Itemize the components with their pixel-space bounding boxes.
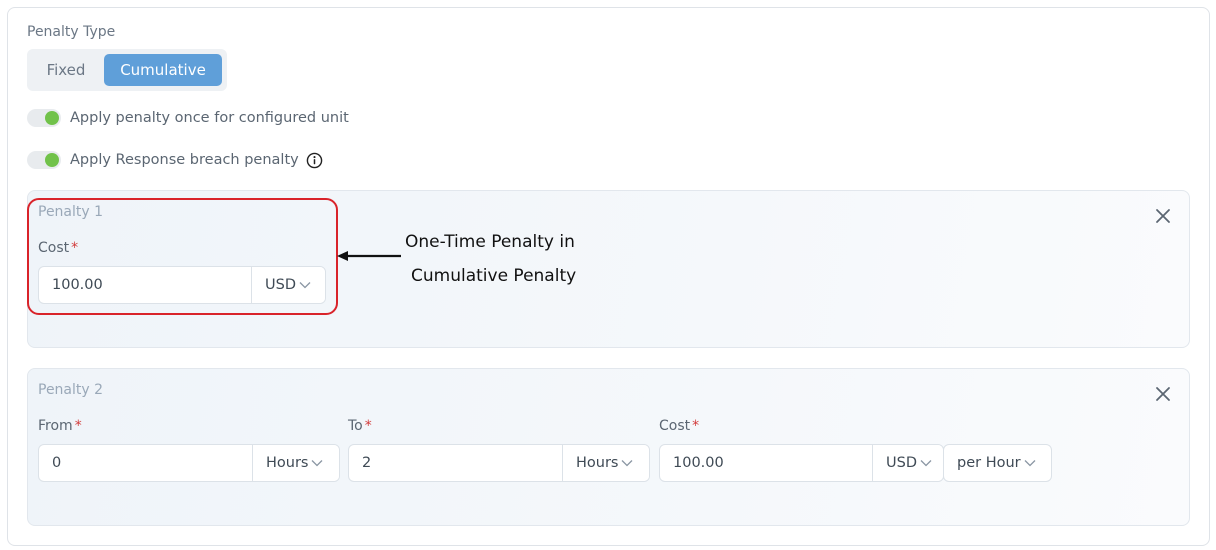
penalty-2-to-field: Hours: [348, 444, 650, 482]
annotation-highlight-box: [27, 198, 338, 315]
toggle-knob: [45, 111, 59, 125]
response-breach-label: Apply Response breach penalty: [70, 152, 299, 168]
chevron-down-icon: [920, 460, 932, 467]
penalty-2-from-label: From *: [38, 418, 82, 434]
penalty-type-segmented-control: Fixed Cumulative: [27, 49, 227, 91]
penalty-type-fixed-option[interactable]: Fixed: [33, 54, 99, 86]
penalty-2-to-input[interactable]: [349, 445, 562, 481]
required-asterisk: *: [692, 418, 700, 434]
required-asterisk: *: [74, 418, 82, 434]
apply-once-label: Apply penalty once for configured unit: [70, 110, 349, 126]
close-icon[interactable]: [1154, 207, 1172, 225]
annotation-line-2: Cumulative Penalty: [411, 266, 577, 286]
penalty-2-cost-input[interactable]: [660, 445, 872, 481]
from-label-text: From: [38, 418, 73, 434]
info-icon[interactable]: [306, 152, 323, 169]
penalty-2-from-unit-select[interactable]: Hours: [252, 445, 339, 481]
penalty-2-cost-field: USD: [659, 444, 944, 482]
penalty-2-to-unit-select[interactable]: Hours: [562, 445, 649, 481]
annotation-arrow-icon: [337, 251, 401, 261]
annotation-text: One-Time Penalty in Cumulative Penalty: [405, 225, 645, 293]
chevron-down-icon: [312, 460, 323, 467]
to-label-text: To: [348, 418, 363, 434]
chevron-down-icon: [1024, 460, 1036, 467]
penalty-2-title: Penalty 2: [38, 382, 104, 398]
from-unit-value: Hours: [266, 455, 309, 471]
cost-label-text: Cost: [659, 418, 691, 434]
penalty-2-to-label: To *: [348, 418, 372, 434]
apply-once-toggle[interactable]: [27, 109, 61, 127]
penalty-2-rate-select[interactable]: per Hour: [943, 444, 1052, 482]
to-unit-value: Hours: [576, 455, 619, 471]
currency-value: USD: [886, 455, 917, 471]
penalty-2-currency-select[interactable]: USD: [872, 445, 943, 481]
penalty-2-panel: Penalty 2 From* Hours To* Hours Cost* US…: [27, 368, 1190, 526]
chevron-down-icon: [622, 460, 633, 467]
rate-value: per Hour: [957, 455, 1021, 471]
penalty-type-label: Penalty Type: [27, 24, 116, 40]
penalty-type-cumulative-option[interactable]: Cumulative: [104, 54, 222, 86]
toggle-knob: [45, 153, 59, 167]
penalty-2-cost-label: Cost *: [659, 418, 699, 434]
penalty-2-from-field: Hours: [38, 444, 340, 482]
response-breach-toggle[interactable]: [27, 151, 61, 169]
required-asterisk: *: [364, 418, 372, 434]
penalty-2-from-input[interactable]: [39, 445, 252, 481]
close-icon[interactable]: [1154, 385, 1172, 403]
annotation-line-1: One-Time Penalty in: [405, 232, 575, 252]
response-breach-toggle-row: Apply Response breach penalty: [27, 149, 323, 171]
apply-once-toggle-row: Apply penalty once for configured unit: [27, 107, 349, 129]
